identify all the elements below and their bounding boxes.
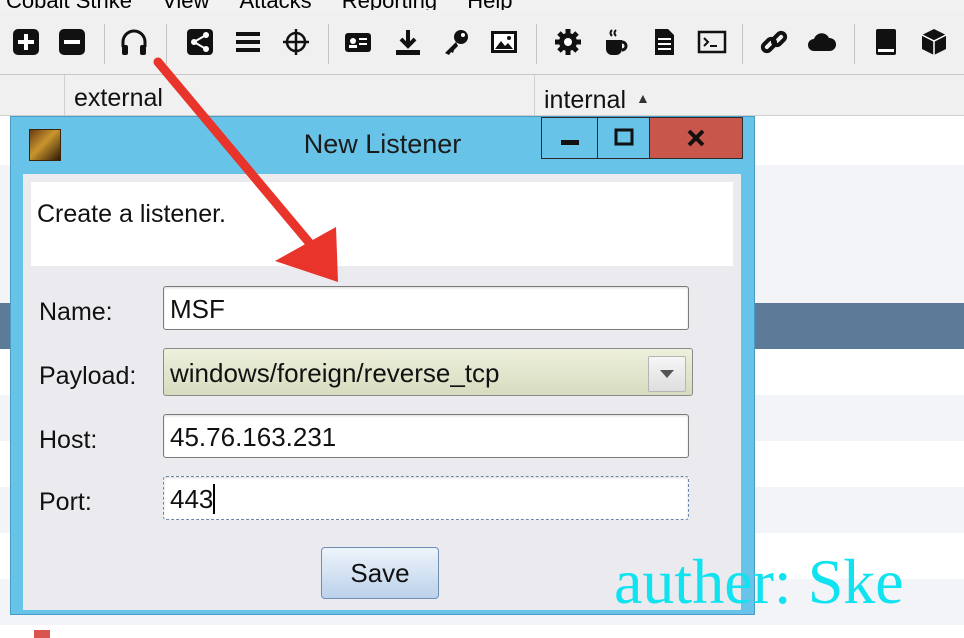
- name-label: Name:: [39, 298, 113, 326]
- name-input[interactable]: MSF: [163, 286, 689, 330]
- help-button[interactable]: [870, 26, 902, 58]
- maximize-icon: [614, 128, 634, 146]
- sort-ascending-icon: ▲: [636, 90, 650, 106]
- save-button[interactable]: Save: [321, 547, 439, 599]
- targets-button[interactable]: [280, 26, 312, 58]
- cloud-icon: [808, 33, 837, 51]
- payload-label: Payload:: [39, 362, 137, 390]
- id-card-icon: [345, 33, 371, 52]
- host-label: Host:: [39, 426, 98, 454]
- column-header-external[interactable]: external: [65, 75, 535, 115]
- listeners-button[interactable]: [118, 26, 150, 58]
- column-header-blank[interactable]: [0, 75, 65, 115]
- column-label: external: [74, 84, 163, 112]
- minimize-button[interactable]: [541, 117, 599, 159]
- plus-square-icon: [13, 29, 39, 55]
- toolbar-separator: [166, 24, 167, 64]
- keystrokes-button[interactable]: [440, 26, 472, 58]
- minimize-icon: [561, 140, 579, 145]
- payload-generator-button[interactable]: [552, 26, 584, 58]
- about-button[interactable]: [918, 26, 950, 58]
- host-value: 45.76.163.231: [170, 422, 337, 452]
- menubar: Cobalt Strike View Attacks Reporting Hel…: [0, 0, 964, 13]
- close-button[interactable]: [649, 117, 743, 159]
- chevron-down-icon[interactable]: [648, 356, 686, 392]
- key-icon: [445, 30, 468, 55]
- toolbar-separator: [328, 24, 329, 64]
- crosshair-icon: [283, 29, 309, 55]
- disconnect-button[interactable]: [56, 26, 88, 58]
- port-label: Port:: [39, 488, 92, 516]
- headphones-icon: [121, 29, 147, 55]
- maximize-button[interactable]: [597, 117, 651, 159]
- manage-web-button[interactable]: [758, 26, 790, 58]
- pivot-graph-button[interactable]: [184, 26, 216, 58]
- host-file-button[interactable]: [806, 26, 838, 58]
- status-marker: [34, 630, 50, 638]
- description-text: Create a listener.: [37, 200, 226, 228]
- screenshots-button[interactable]: [488, 26, 520, 58]
- dialog-body: Create a listener. Name: MSF Payload: wi…: [23, 174, 741, 610]
- session-table-button[interactable]: [232, 26, 264, 58]
- minus-square-icon: [59, 29, 85, 55]
- table-header: external internal ▲: [0, 75, 964, 116]
- share-graph-icon: [187, 29, 213, 55]
- toolbar-separator: [536, 24, 537, 64]
- toolbar-separator: [742, 24, 743, 64]
- book-icon: [876, 29, 896, 55]
- office-macro-button[interactable]: [648, 26, 680, 58]
- payload-value: windows/foreign/reverse_tcp: [170, 358, 500, 388]
- column-header-internal[interactable]: internal ▲: [535, 75, 964, 115]
- new-connection-button[interactable]: [10, 26, 42, 58]
- toolbar-separator: [104, 24, 105, 64]
- column-label: internal: [544, 86, 626, 114]
- coffee-cup-icon: [606, 29, 628, 55]
- downloads-button[interactable]: [392, 26, 424, 58]
- download-icon: [396, 30, 420, 55]
- close-icon: [687, 129, 705, 147]
- list-icon: [236, 32, 260, 52]
- payload-select[interactable]: windows/foreign/reverse_tcp: [163, 348, 693, 396]
- toolbar-separator: [854, 24, 855, 64]
- name-value: MSF: [170, 294, 225, 324]
- host-input[interactable]: 45.76.163.231: [163, 414, 689, 458]
- description-panel: Create a listener.: [31, 182, 733, 266]
- terminal-icon: [697, 30, 727, 54]
- document-icon: [655, 29, 674, 55]
- toolbar: [0, 10, 964, 75]
- cube-icon: [921, 29, 947, 55]
- image-icon: [491, 31, 517, 53]
- link-icon: [760, 30, 788, 54]
- watermark-text: auther: Ske: [614, 546, 904, 617]
- port-value: 443: [170, 484, 214, 514]
- scripted-delivery-button[interactable]: [696, 26, 728, 58]
- credentials-button[interactable]: [342, 26, 374, 58]
- new-listener-dialog: New Listener Create a listener. Name: MS…: [10, 116, 755, 615]
- gear-icon: [555, 29, 581, 55]
- text-caret: [213, 484, 216, 514]
- java-applet-button[interactable]: [600, 26, 632, 58]
- port-input[interactable]: 443: [163, 476, 689, 520]
